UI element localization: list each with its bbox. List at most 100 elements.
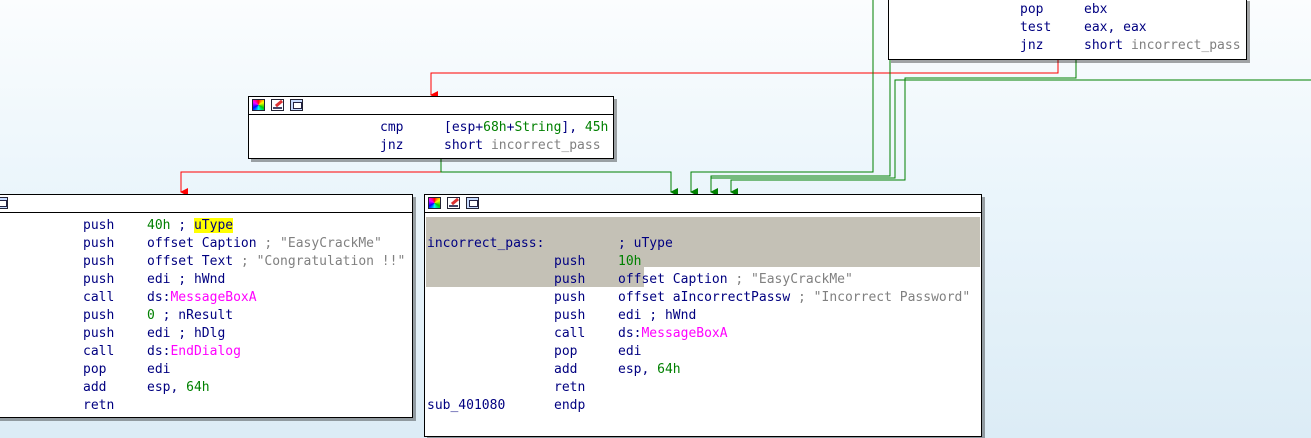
operand-part: 64h — [657, 362, 681, 377]
mnemonic[interactable]: push — [554, 289, 585, 307]
operand-part: 68h — [483, 120, 507, 135]
operand-part: ; "Congratulation !!" — [233, 254, 406, 269]
mnemonic[interactable]: endp — [554, 397, 585, 415]
operand[interactable]: esp, 64h — [618, 361, 681, 379]
mnemonic[interactable]: jnz — [1020, 37, 1043, 55]
operand-part: ds: — [147, 290, 171, 305]
operand-part: MessageBoxA — [641, 326, 728, 341]
operand[interactable]: edi — [618, 343, 641, 361]
mnemonic[interactable]: push — [83, 307, 114, 325]
pencil-icon[interactable] — [271, 99, 284, 111]
mnemonic[interactable]: call — [83, 343, 114, 361]
code-block-cmp[interactable]: cmp [esp+68h+String], 45h jnz short incorre… — [248, 96, 614, 159]
mnemonic[interactable]: test — [1020, 19, 1051, 37]
operand-part: ], — [561, 120, 585, 135]
graph-icon[interactable] — [466, 197, 479, 209]
mnemonic[interactable]: add — [554, 361, 577, 379]
operand[interactable]: short incorrect_pass — [444, 137, 601, 155]
block-header — [0, 195, 412, 213]
pencil-icon[interactable] — [447, 197, 460, 209]
operand[interactable]: edi — [147, 361, 170, 379]
mnemonic[interactable]: push — [83, 217, 114, 235]
color-icon[interactable] — [252, 99, 265, 111]
mnemonic[interactable]: push — [554, 307, 585, 325]
edge-cmp-to-fail — [440, 158, 678, 196]
operand-part: edi ; hWnd — [147, 272, 226, 287]
operand-part: edi ; hDlg — [147, 326, 226, 341]
operand[interactable]: ebx — [1084, 1, 1107, 19]
operand-part: esp, — [618, 362, 658, 377]
operand[interactable]: eax, eax — [1084, 19, 1147, 37]
mnemonic[interactable]: add — [83, 379, 106, 397]
operand-part: ; nResult — [154, 308, 234, 323]
operand-part: MessageBoxA — [170, 290, 257, 305]
operand-part: [esp+ — [444, 120, 484, 135]
operand-part: ds: — [618, 326, 642, 341]
edge-offscreen-to-fail — [711, 79, 1311, 179]
mnemonic[interactable]: pop — [83, 361, 106, 379]
mnemonic[interactable]: retn — [554, 379, 585, 397]
operand[interactable]: 40h ; uType — [147, 217, 234, 235]
operand[interactable]: ds:EndDialog — [147, 343, 241, 361]
mnemonic[interactable]: push — [83, 325, 114, 343]
color-icon[interactable] — [428, 197, 441, 209]
operand-part: ds: — [147, 344, 171, 359]
operand-part: EndDialog — [170, 344, 241, 359]
operand-part: short — [444, 138, 491, 153]
code-label[interactable]: sub_401080 — [427, 397, 505, 415]
operand-part: offset Caption — [618, 272, 728, 287]
operand-part: String — [514, 120, 562, 135]
operand-part: edi ; hWnd — [618, 308, 697, 323]
operand[interactable]: edi ; hDlg — [147, 325, 225, 343]
operand-part: esp, — [147, 380, 187, 395]
operand-part: uType — [193, 218, 234, 233]
operand-part: eax, eax — [1084, 20, 1147, 35]
mnemonic[interactable]: push — [554, 271, 585, 289]
operand-part: 0 — [147, 308, 155, 323]
operand-part: 40h — [147, 218, 171, 233]
operand[interactable]: esp, 64h — [147, 379, 210, 397]
mnemonic[interactable]: push — [83, 235, 114, 253]
operand-part: edi — [147, 362, 171, 377]
mnemonic[interactable]: push — [83, 253, 114, 271]
graph-icon[interactable] — [0, 197, 8, 209]
operand-part: incorrect_pass — [1130, 38, 1241, 53]
operand-part: 45h — [584, 120, 609, 135]
operand[interactable]: short incorrect_pass — [1084, 37, 1241, 55]
mnemonic[interactable]: retn — [83, 397, 114, 415]
operand[interactable]: edi ; hWnd — [618, 307, 696, 325]
code-block-incorrect-pass[interactable]: incorrect_pass: ; uType push 10h push offset … — [424, 194, 982, 437]
mnemonic[interactable]: call — [83, 289, 114, 307]
operand-part: ; — [170, 218, 194, 233]
operand[interactable]: 0 ; nResult — [147, 307, 233, 325]
mnemonic[interactable]: push — [83, 271, 114, 289]
mnemonic[interactable]: pop — [554, 343, 577, 361]
mnemonic[interactable]: jnz — [380, 137, 403, 155]
block-header — [249, 97, 613, 115]
graph-icon[interactable] — [290, 99, 303, 111]
operand-part: offset Caption — [147, 236, 257, 251]
operand[interactable]: edi ; hWnd — [147, 271, 225, 289]
edge-upper-2-to-fail — [710, 0, 891, 196]
operand[interactable]: [esp+68h+String], 45h — [444, 119, 608, 137]
mnemonic[interactable]: call — [554, 325, 585, 343]
operand-part: offset aIncorrectPassw — [618, 290, 791, 305]
mnemonic[interactable]: pop — [1020, 1, 1043, 19]
operand[interactable]: ; uType — [618, 235, 673, 253]
operand-part: ; uType — [618, 236, 673, 251]
code-block-top[interactable]: pop ebx test eax, eax jnz short incorrect_pas… — [888, 0, 1247, 60]
operand-part: edi — [618, 344, 642, 359]
operand[interactable]: ds:MessageBoxA — [618, 325, 728, 343]
operand[interactable]: offset Caption ; "EasyCrackMe" — [618, 271, 853, 289]
mnemonic[interactable]: cmp — [380, 119, 403, 137]
operand[interactable]: offset Text ; "Congratulation !!" — [147, 253, 405, 271]
selection-highlight — [426, 267, 644, 287]
operand[interactable]: offset Caption ; "EasyCrackMe" — [147, 235, 382, 253]
operand[interactable]: ds:MessageBoxA — [147, 289, 257, 307]
operand[interactable]: 10h — [618, 253, 641, 271]
operand-part: ebx — [1084, 2, 1108, 17]
operand[interactable]: offset aIncorrectPassw ; "Incorrect Pass… — [618, 289, 970, 307]
code-block-success[interactable]: push 40h ; uType push offset Caption ; "Eas… — [0, 194, 413, 418]
mnemonic[interactable]: push — [554, 253, 585, 271]
code-label[interactable]: incorrect_pass: — [427, 235, 544, 253]
